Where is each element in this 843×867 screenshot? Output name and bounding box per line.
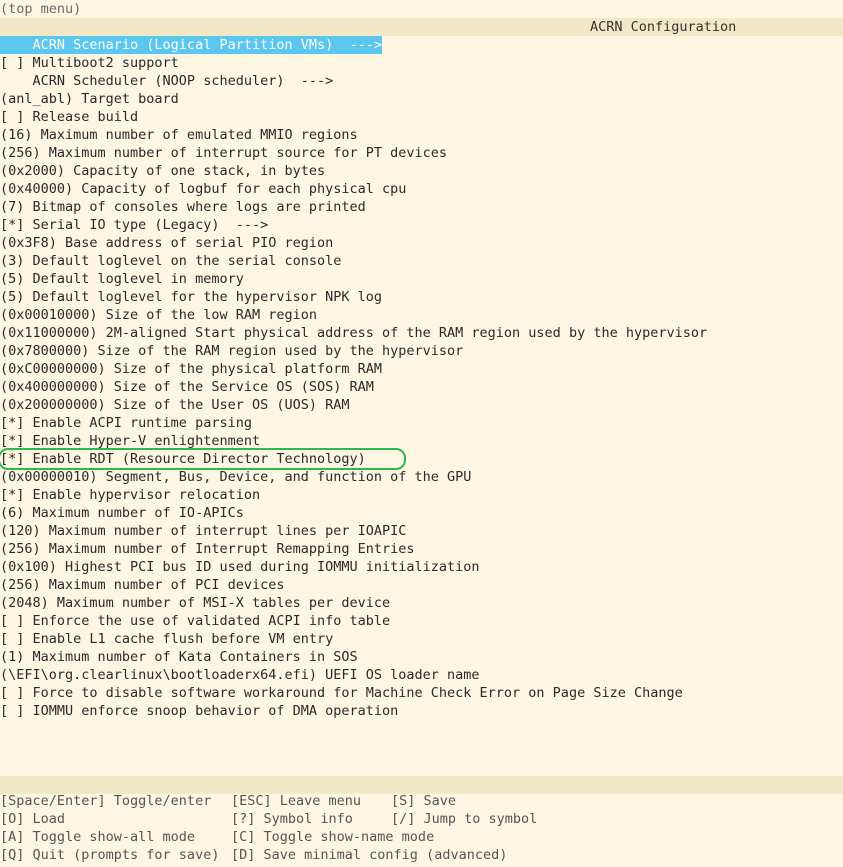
menu-item-sos-ram[interactable]: (0x400000000) Size of the Service OS (SO… — [0, 378, 374, 396]
menu-item-pci-bus-id[interactable]: (0x100) Highest PCI bus ID used during I… — [0, 558, 480, 576]
menu-item-l1-flush[interactable]: [ ] Enable L1 cache flush before VM entr… — [0, 630, 333, 648]
window-title: ACRN Configuration — [590, 19, 737, 35]
menu-item-loglevel-memory[interactable]: (5) Default loglevel in memory — [0, 270, 244, 288]
menu-item-console-bitmap[interactable]: (7) Bitmap of consoles where logs are pr… — [0, 198, 366, 216]
help-row: [O] Load [?] Symbol info [/] Jump to sym… — [0, 810, 843, 828]
help-row: [A] Toggle show-all mode [C] Toggle show… — [0, 828, 843, 846]
menu-item-loglevel-npk[interactable]: (5) Default loglevel for the hypervisor … — [0, 288, 382, 306]
menu-item-hv-ram-start[interactable]: (0x11000000) 2M-aligned Start physical a… — [0, 324, 707, 342]
title-bar: ACRN Configuration — [0, 18, 843, 36]
menu-item-acpi-parsing[interactable]: [*] Enable ACPI runtime parsing — [0, 414, 252, 432]
menu-item-logbuf-capacity[interactable]: (0x40000) Capacity of logbuf for each ph… — [0, 180, 406, 198]
menu-item-hv-relocation[interactable]: [*] Enable hypervisor relocation — [0, 486, 260, 504]
menu-item-release-build[interactable]: [ ] Release build — [0, 108, 138, 126]
menu-item-loglevel-serial[interactable]: (3) Default loglevel on the serial conso… — [0, 252, 341, 270]
menu-item-uos-ram[interactable]: (0x200000000) Size of the User OS (UOS) … — [0, 396, 350, 414]
menu-item-kata-containers[interactable]: (1) Maximum number of Kata Containers in… — [0, 648, 358, 666]
menu-item-iommu-snoop[interactable]: [ ] IOMMU enforce snoop behavior of DMA … — [0, 702, 398, 720]
menu-item-ioapic-lines[interactable]: (120) Maximum number of interrupt lines … — [0, 522, 406, 540]
help-jump-to-symbol: [/] Jump to symbol — [391, 811, 538, 827]
help-row: [Q] Quit (prompts for save) [D] Save min… — [0, 846, 843, 864]
menu-item-ir-entries[interactable]: (256) Maximum number of Interrupt Remapp… — [0, 540, 415, 558]
menu-item-interrupt-source[interactable]: (256) Maximum number of interrupt source… — [0, 144, 447, 162]
help-symbol-info: [?] Symbol info — [231, 811, 353, 827]
menu-item-mmio-regions[interactable]: (16) Maximum number of emulated MMIO reg… — [0, 126, 358, 144]
help-quit: [Q] Quit (prompts for save) — [0, 847, 220, 863]
top-menu-label: (top menu) — [0, 1, 82, 17]
menu-list: ACRN Scenario (Logical Partition VMs) --… — [0, 36, 843, 720]
menu-item-max-ioapics[interactable]: (6) Maximum number of IO-APICs — [0, 504, 244, 522]
menu-item-serial-io-type[interactable]: [*] Serial IO type (Legacy) ---> — [0, 216, 268, 234]
menu-item-acrn-scheduler[interactable]: ACRN Scheduler (NOOP scheduler) ---> — [0, 72, 334, 90]
menu-item-target-board[interactable]: (anl_abl) Target board — [0, 90, 179, 108]
menu-item-acpi-validated[interactable]: [ ] Enforce the use of validated ACPI in… — [0, 612, 390, 630]
menu-item-mce-workaround[interactable]: [ ] Force to disable software workaround… — [0, 684, 683, 702]
menu-item-enable-rdt[interactable]: [*] Enable RDT (Resource Director Techno… — [0, 448, 406, 470]
help-toggle-enter: [Space/Enter] Toggle/enter — [0, 793, 212, 809]
menu-item-acrn-scenario[interactable]: ACRN Scenario (Logical Partition VMs) --… — [0, 36, 383, 54]
help-show-name: [C] Toggle show-name mode — [231, 829, 435, 845]
menu-item-hv-ram-size[interactable]: (0x7800000) Size of the RAM region used … — [0, 342, 463, 360]
menu-item-low-ram-size[interactable]: (0x00010000) Size of the low RAM region — [0, 306, 317, 324]
menu-item-platform-ram[interactable]: (0xC00000000) Size of the physical platf… — [0, 360, 382, 378]
keyboard-help: [Space/Enter] Toggle/enter [ESC] Leave m… — [0, 792, 843, 864]
help-save: [S] Save — [391, 793, 457, 809]
help-leave-menu: [ESC] Leave menu — [231, 793, 362, 809]
menu-item-serial-pio-base[interactable]: (0x3F8) Base address of serial PIO regio… — [0, 234, 333, 252]
help-save-minimal: [D] Save minimal config (advanced) — [231, 847, 508, 863]
menu-item-pci-devices[interactable]: (256) Maximum number of PCI devices — [0, 576, 284, 594]
menu-item-stack-capacity[interactable]: (0x2000) Capacity of one stack, in bytes — [0, 162, 325, 180]
help-show-all: [A] Toggle show-all mode — [0, 829, 196, 845]
help-row: [Space/Enter] Toggle/enter [ESC] Leave m… — [0, 792, 843, 810]
menu-item-gpu-sbdf[interactable]: (0x00000010) Segment, Bus, Device, and f… — [0, 468, 471, 486]
menu-item-msix-tables[interactable]: (2048) Maximum number of MSI-X tables pe… — [0, 594, 390, 612]
help-load: [O] Load — [0, 811, 66, 827]
menu-item-multiboot2[interactable]: [ ] Multiboot2 support — [0, 54, 179, 72]
menu-item-uefi-loader[interactable]: (\EFI\org.clearlinux\bootloaderx64.efi) … — [0, 666, 480, 684]
menu-item-hyperv[interactable]: [*] Enable Hyper-V enlightenment — [0, 432, 260, 450]
